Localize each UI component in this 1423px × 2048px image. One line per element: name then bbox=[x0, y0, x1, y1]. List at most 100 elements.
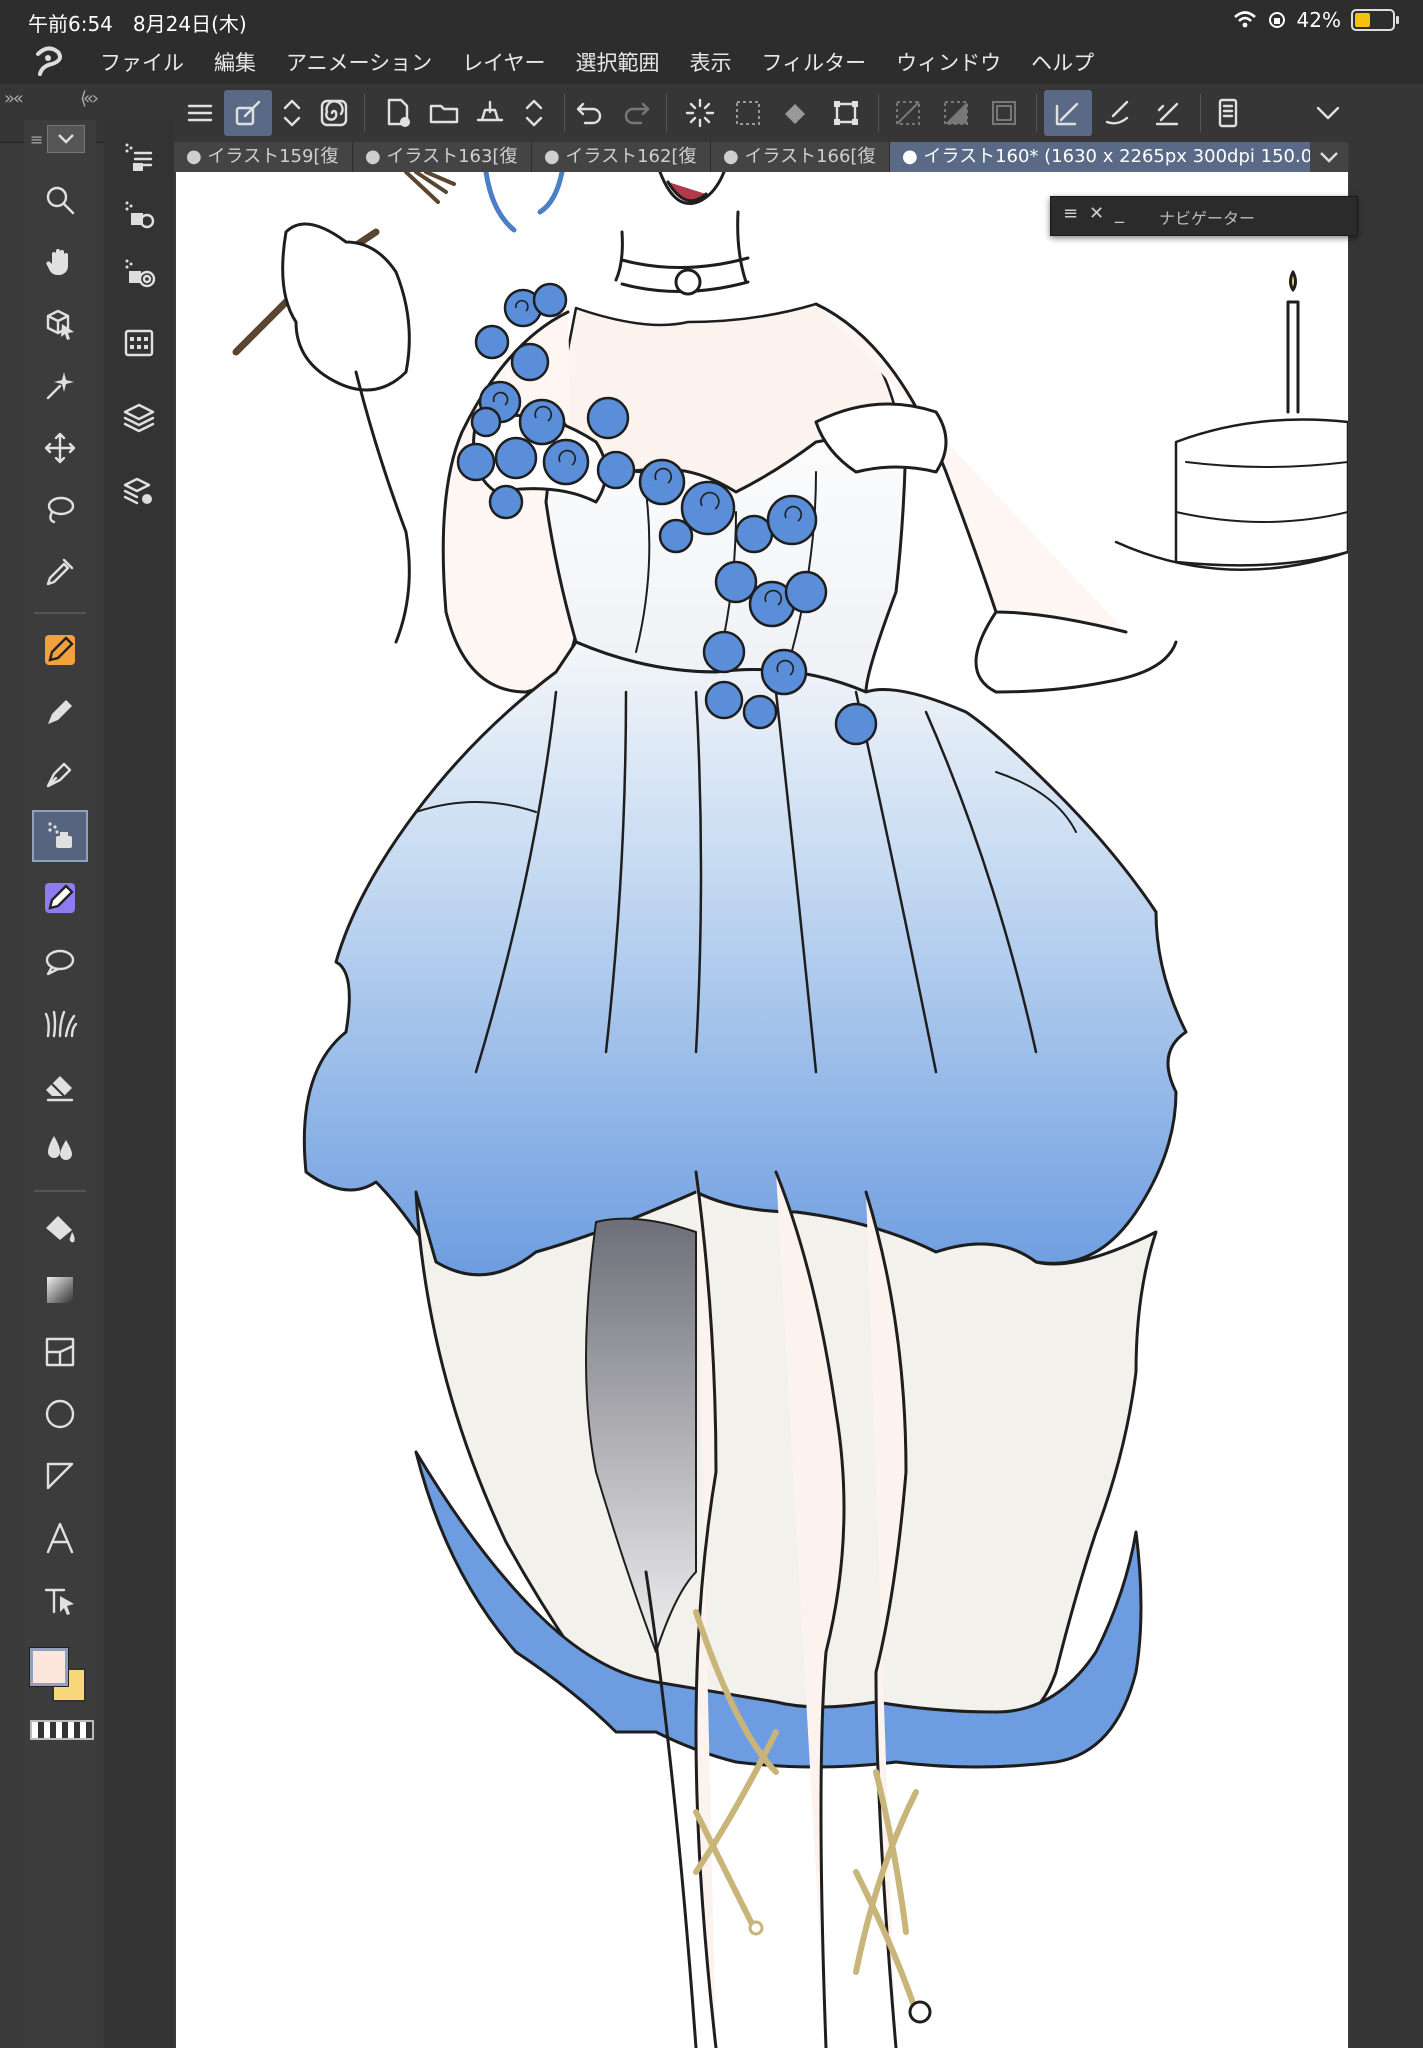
tab-2[interactable]: ● イラスト162[復 bbox=[532, 142, 711, 172]
navigator-panel[interactable]: ≡ ✕ _ ナビゲーター bbox=[1050, 196, 1358, 236]
selection-border-icon[interactable] bbox=[980, 90, 1028, 136]
battery-percent: 42% bbox=[1296, 8, 1341, 32]
layer-property-button[interactable] bbox=[114, 466, 164, 516]
lasso-tool[interactable] bbox=[32, 484, 88, 536]
decoration-tool[interactable] bbox=[32, 872, 88, 924]
frame-border-icon bbox=[45, 1337, 75, 1367]
snap-brush-icon[interactable] bbox=[1094, 90, 1142, 136]
artwork[interactable] bbox=[176, 172, 1348, 2048]
zoom-tool[interactable] bbox=[32, 174, 88, 226]
menu-item-3[interactable]: レイヤー bbox=[462, 47, 545, 77]
invert-selection-icon[interactable] bbox=[932, 90, 980, 136]
command-bar: » « ⟨« › « « bbox=[0, 84, 1423, 143]
object-tool[interactable] bbox=[32, 298, 88, 350]
move-tool[interactable] bbox=[32, 422, 88, 474]
tool-palette: ≡ bbox=[24, 120, 96, 2048]
gradient-icon bbox=[47, 1277, 73, 1303]
fill-selection-icon[interactable] bbox=[772, 90, 820, 136]
menu-item-0[interactable]: ファイル bbox=[100, 47, 184, 77]
grass-icon bbox=[44, 1010, 78, 1038]
gradient-tool[interactable] bbox=[32, 1264, 88, 1316]
blend-tool[interactable] bbox=[32, 1122, 88, 1174]
status-right: 42% bbox=[1233, 8, 1399, 32]
menu-item-5[interactable]: 表示 bbox=[690, 47, 732, 77]
brush-size-button[interactable] bbox=[114, 248, 164, 298]
panel-menu-icon[interactable]: ≡ bbox=[1063, 203, 1078, 224]
color-swatches[interactable] bbox=[28, 1646, 94, 1716]
auto-select-tool[interactable] bbox=[32, 360, 88, 412]
main-color-swatch[interactable] bbox=[29, 1647, 69, 1687]
edit-mode-icon[interactable] bbox=[224, 90, 272, 136]
menu-item-2[interactable]: アニメーション bbox=[286, 47, 432, 77]
close-icon[interactable]: ✕ bbox=[1089, 203, 1104, 224]
wifi-icon bbox=[1233, 11, 1256, 28]
open-folder-icon[interactable] bbox=[420, 90, 468, 136]
tabs-dropdown-icon[interactable] bbox=[1310, 142, 1348, 172]
airbrush-tool[interactable] bbox=[32, 810, 88, 862]
select-layer-icon[interactable] bbox=[724, 90, 772, 136]
up-down-arrows-icon[interactable] bbox=[268, 90, 316, 136]
brush-tool[interactable] bbox=[32, 748, 88, 800]
undo-icon[interactable] bbox=[566, 90, 614, 136]
layer-button[interactable] bbox=[114, 392, 164, 442]
menu-icon[interactable] bbox=[176, 90, 224, 136]
color-set-button[interactable] bbox=[114, 318, 164, 368]
palette-menu[interactable]: ≡ bbox=[30, 124, 92, 154]
panel-collapse-left[interactable]: » « bbox=[4, 88, 24, 109]
menu-item-8[interactable]: ヘルプ bbox=[1031, 47, 1094, 77]
chevron-down-icon[interactable] bbox=[1304, 90, 1352, 136]
sub-tool-palette-button[interactable] bbox=[114, 132, 164, 182]
document-tabs: ● イラスト159[復 ● イラスト163[復 ● イラスト162[復 ● イラスト1… bbox=[174, 142, 1348, 172]
ruler-tool[interactable] bbox=[32, 1450, 88, 1502]
magic-wand-icon bbox=[46, 372, 74, 400]
app-logo-icon[interactable] bbox=[28, 44, 68, 80]
snap-ruler-icon[interactable] bbox=[1044, 90, 1092, 136]
tab-4[interactable]: ● イラスト160* (1630 x 2265px 300dpi 150.0%) bbox=[890, 142, 1348, 172]
fill-tool[interactable] bbox=[32, 1202, 88, 1254]
transparent-color-swatch[interactable] bbox=[30, 1720, 94, 1740]
up-down-arrows-2-icon[interactable] bbox=[510, 90, 558, 136]
loading-icon[interactable] bbox=[676, 90, 724, 136]
circle-icon bbox=[45, 1399, 75, 1429]
new-file-icon[interactable] bbox=[374, 90, 422, 136]
balloon-tool[interactable] bbox=[32, 936, 88, 988]
magnifier-icon bbox=[46, 186, 75, 215]
correct-line-tool[interactable] bbox=[32, 1574, 88, 1626]
panel-collapse-left-2[interactable]: ⟨« › bbox=[80, 88, 99, 109]
vector-cursor-icon bbox=[44, 1588, 74, 1615]
spiral-icon[interactable] bbox=[310, 90, 358, 136]
drawing-canvas[interactable] bbox=[176, 172, 1348, 2048]
device-icon[interactable] bbox=[1204, 90, 1252, 136]
tab-0[interactable]: ● イラスト159[復 bbox=[174, 142, 353, 172]
grass-tool[interactable] bbox=[32, 998, 88, 1050]
frame-tool[interactable] bbox=[32, 1326, 88, 1378]
lasso-icon bbox=[47, 496, 75, 524]
transform-icon[interactable] bbox=[822, 90, 870, 136]
airbrush-icon bbox=[48, 822, 72, 848]
eyedropper-tool[interactable] bbox=[32, 546, 88, 598]
text-tool[interactable] bbox=[32, 1512, 88, 1564]
eraser-icon bbox=[46, 1076, 74, 1102]
drops-icon bbox=[48, 1136, 72, 1160]
hand-tool[interactable] bbox=[32, 236, 88, 288]
save-icon[interactable] bbox=[466, 90, 514, 136]
tool-property-button[interactable] bbox=[114, 190, 164, 240]
redo-icon[interactable] bbox=[612, 90, 660, 136]
clear-selection-icon[interactable] bbox=[884, 90, 932, 136]
tab-3[interactable]: ● イラスト166[復 bbox=[711, 142, 890, 172]
figure-tool[interactable] bbox=[32, 1388, 88, 1440]
minimize-icon[interactable]: _ bbox=[1115, 203, 1124, 224]
pen-tool[interactable] bbox=[32, 624, 88, 676]
tab-1[interactable]: ● イラスト163[復 bbox=[353, 142, 532, 172]
menu-item-6[interactable]: フィルター bbox=[762, 47, 867, 77]
menu-item-1[interactable]: 編集 bbox=[214, 47, 256, 77]
snap-grid-icon[interactable] bbox=[1144, 90, 1192, 136]
right-panel-strip bbox=[1349, 84, 1423, 2048]
dropdown-icon bbox=[58, 134, 75, 144]
menu-item-4[interactable]: 選択範囲 bbox=[576, 47, 660, 77]
airbrush-target-icon bbox=[125, 259, 156, 288]
menu-item-7[interactable]: ウィンドウ bbox=[896, 47, 1001, 77]
eraser-tool[interactable] bbox=[32, 1060, 88, 1112]
airbrush-list-icon bbox=[125, 143, 153, 171]
pencil-tool[interactable] bbox=[32, 686, 88, 738]
